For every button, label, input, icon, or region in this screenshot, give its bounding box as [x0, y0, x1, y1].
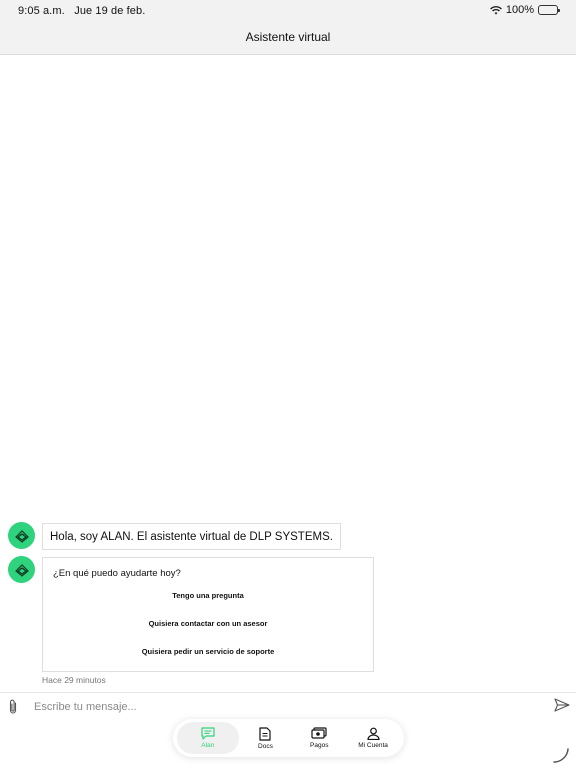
send-icon[interactable]: [554, 698, 570, 717]
message-composer: [0, 692, 576, 720]
page-title: Asistente virtual: [245, 30, 331, 44]
tab-bar: Alan Docs Pagos Mi Cuenta: [173, 719, 404, 757]
quick-replies-question: ¿En qué puedo ayudarte hoy?: [53, 568, 181, 579]
quick-replies-card: ¿En qué puedo ayudarte hoy? Tengo una pr…: [42, 557, 374, 672]
status-time-date: 9:05 a.m. Jue 19 de feb.: [18, 5, 145, 17]
navigation-bar: Asistente virtual: [0, 20, 576, 55]
tab-docs[interactable]: Docs: [239, 722, 293, 754]
tab-label: Alan: [201, 742, 215, 749]
message-input[interactable]: [34, 697, 534, 717]
tab-mi-cuenta[interactable]: Mi Cuenta: [346, 722, 400, 754]
status-date: Jue 19 de feb.: [74, 5, 146, 17]
quick-reply-question[interactable]: Tengo una pregunta: [43, 591, 373, 600]
bot-avatar-icon: [8, 556, 35, 583]
status-bar: 9:05 a.m. Jue 19 de feb. 100%: [0, 0, 576, 20]
person-icon: [366, 727, 380, 740]
paperclip-icon[interactable]: [8, 699, 18, 720]
tab-label: Docs: [258, 742, 273, 750]
message-text: Hola, soy ALAN. El asistente virtual de …: [50, 530, 333, 543]
battery-percent: 100%: [505, 4, 534, 16]
quick-reply-support-service[interactable]: Quisiera pedir un servicio de soporte: [43, 647, 373, 656]
tab-label: Mi Cuenta: [358, 742, 388, 749]
assistant-message: Hola, soy ALAN. El asistente virtual de …: [42, 523, 341, 550]
tab-pagos[interactable]: Pagos: [292, 722, 346, 754]
quick-reply-contact-advisor[interactable]: Quisiera contactar con un asesor: [43, 619, 373, 628]
tab-alan[interactable]: Alan: [177, 722, 239, 754]
tab-label: Pagos: [310, 742, 329, 749]
money-icon: [311, 727, 327, 739]
loading-spinner-icon: [553, 748, 569, 763]
status-indicators: 100%: [489, 4, 560, 16]
message-timestamp: Hace 29 minutos: [42, 675, 106, 685]
document-icon: [259, 726, 272, 741]
battery-icon: [538, 5, 560, 15]
wifi-icon: [489, 5, 502, 14]
bot-avatar-icon: [8, 522, 35, 549]
chat-icon: [201, 727, 215, 740]
status-time: 9:05 a.m.: [18, 5, 65, 17]
